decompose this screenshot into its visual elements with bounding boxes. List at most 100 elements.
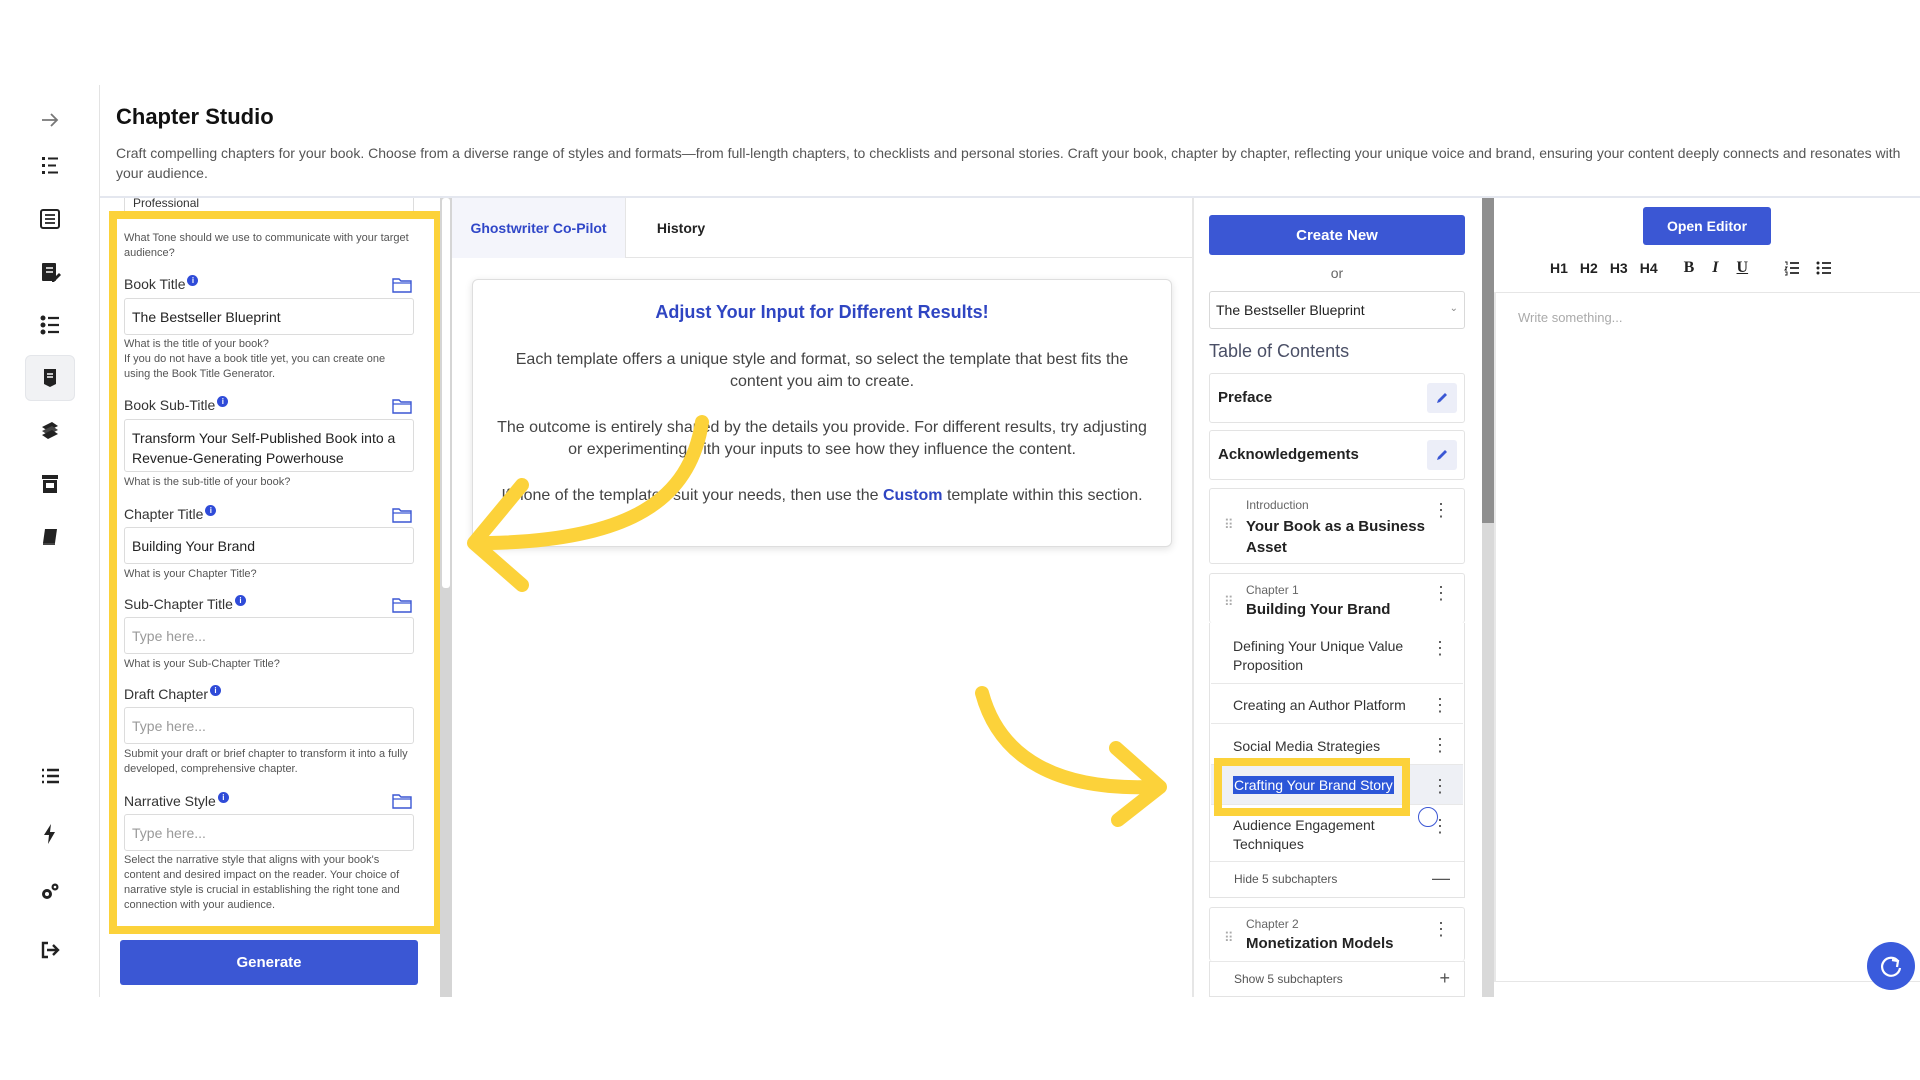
drag-handle-icon[interactable]: ⠿ <box>1224 594 1233 610</box>
chevron-down-icon: ⌄ <box>1449 303 1458 314</box>
custom-template-link[interactable]: Custom <box>883 487 943 504</box>
toc-item-chapter-2[interactable]: ⠿ Chapter 2 Monetization Models ⋮ <box>1209 907 1465 961</box>
narrative-style-label: Narrative Style i <box>124 791 229 809</box>
folder-icon[interactable] <box>392 793 412 809</box>
settings-gears-icon[interactable] <box>25 869 75 915</box>
left-nav-rail <box>0 85 100 997</box>
page-description: Craft compelling chapters for your book.… <box>116 145 1901 181</box>
tone-select[interactable]: Professional <box>124 198 414 212</box>
book-subtitle-label: Book Sub-Title i <box>124 395 229 413</box>
tips-paragraph-1: Each template offers a unique style and … <box>515 351 1129 390</box>
folder-icon[interactable] <box>392 507 412 523</box>
info-icon[interactable]: i <box>217 395 229 407</box>
info-icon[interactable]: i <box>205 504 217 516</box>
subchapter-title-hint: What is your Sub-Chapter Title? <box>124 658 280 670</box>
or-separator: or <box>1330 265 1344 281</box>
book-title-input[interactable]: The Bestseller Blueprint <box>124 298 414 335</box>
h4-button[interactable]: H4 <box>1640 260 1658 276</box>
panel-divider <box>1192 198 1194 997</box>
toc-scrollbar-thumb[interactable] <box>1482 198 1494 523</box>
generate-button[interactable]: Generate <box>120 940 418 985</box>
more-vertical-icon[interactable]: ⋮ <box>1431 777 1449 795</box>
italic-button[interactable]: I <box>1712 259 1718 277</box>
more-vertical-icon[interactable]: ⋮ <box>1432 584 1450 602</box>
highlight-box-subchapter <box>1214 758 1410 816</box>
ordered-list-icon[interactable] <box>1784 260 1800 276</box>
narrative-style-hint: Select the narrative style that aligns w… <box>124 854 400 911</box>
book-subtitle-input[interactable]: Transform Your Self-Published Book into … <box>124 419 414 472</box>
tips-card-title: Adjust Your Input for Different Results! <box>655 302 989 322</box>
more-vertical-icon[interactable]: ⋮ <box>1431 696 1449 714</box>
h3-button[interactable]: H3 <box>1610 260 1628 276</box>
logout-icon[interactable] <box>25 927 75 973</box>
edit-document-icon[interactable] <box>25 249 75 295</box>
editor-toolbar: H1 H2 H3 H4 B I U <box>1550 256 1832 280</box>
hide-subchapters-toggle[interactable]: Hide 5 subchapters — <box>1209 862 1465 898</box>
subchapter-item[interactable]: Creating an Author Platform ⋮ <box>1211 684 1463 724</box>
chapter-studio-icon[interactable] <box>25 355 75 401</box>
toc-item-introduction[interactable]: ⠿ Introduction Your Book as a Business A… <box>1209 488 1465 564</box>
page-title: Chapter Studio <box>116 104 274 129</box>
tab-history[interactable]: History <box>626 198 736 258</box>
lightning-icon[interactable] <box>25 811 75 857</box>
draft-chapter-label: Draft Chapter i <box>124 684 222 702</box>
editor-scrollbar[interactable] <box>1494 292 1496 982</box>
list-icon[interactable] <box>25 753 75 799</box>
editor-content-area[interactable] <box>1494 292 1920 982</box>
narrative-style-input[interactable]: Type here... <box>124 814 414 851</box>
open-editor-button[interactable]: Open Editor <box>1643 207 1771 245</box>
pencil-icon[interactable] <box>1427 383 1457 413</box>
tab-ghostwriter-copilot[interactable]: Ghostwriter Co-Pilot <box>452 198 626 258</box>
more-vertical-icon[interactable]: ⋮ <box>1431 736 1449 754</box>
outline-list-icon[interactable] <box>25 143 75 189</box>
books-stack-icon[interactable] <box>25 408 75 454</box>
book-title-label: Book Title i <box>124 274 199 292</box>
draft-chapter-input[interactable]: Type here... <box>124 707 414 744</box>
drag-handle-icon[interactable]: ⠿ <box>1224 930 1233 946</box>
info-icon[interactable]: i <box>210 684 222 696</box>
folder-icon[interactable] <box>392 398 412 414</box>
book-select[interactable]: The Bestseller Blueprint ⌄ <box>1209 291 1465 329</box>
folder-icon[interactable] <box>392 277 412 293</box>
h1-button[interactable]: H1 <box>1550 260 1568 276</box>
bullet-list-icon[interactable] <box>1816 260 1832 276</box>
collapse-arrow-icon[interactable] <box>25 97 75 143</box>
book-title-hint: What is the title of your book? If you d… <box>124 338 386 380</box>
plus-icon: + <box>1439 968 1450 988</box>
subchapter-item[interactable]: Defining Your Unique Value Proposition ⋮ <box>1211 623 1463 684</box>
chat-support-icon[interactable] <box>1867 942 1915 990</box>
folder-icon[interactable] <box>392 597 412 613</box>
chapter-title-input[interactable]: Building Your Brand <box>124 527 414 564</box>
underline-button[interactable]: U <box>1737 259 1749 277</box>
numbered-list-icon[interactable] <box>25 302 75 348</box>
toc-item-preface[interactable]: Preface <box>1209 373 1465 423</box>
info-icon[interactable]: i <box>187 274 199 286</box>
tips-card: Adjust Your Input for Different Results!… <box>472 279 1172 547</box>
info-icon[interactable]: i <box>234 594 246 606</box>
subchapter-title-input[interactable]: Type here... <box>124 617 414 654</box>
more-vertical-icon[interactable]: ⋮ <box>1432 501 1450 519</box>
info-icon[interactable]: i <box>217 791 229 803</box>
tips-paragraph-3: If none of the templates suit your needs… <box>501 487 1143 504</box>
show-subchapters-toggle[interactable]: Show 5 subchapters + <box>1209 961 1465 997</box>
h2-button[interactable]: H2 <box>1580 260 1598 276</box>
pencil-icon[interactable] <box>1427 440 1457 470</box>
minus-icon: — <box>1432 868 1450 888</box>
book-icon[interactable] <box>25 514 75 560</box>
book-content-icon[interactable] <box>25 196 75 242</box>
more-vertical-icon[interactable]: ⋮ <box>1432 920 1450 938</box>
toc-heading: Table of Contents <box>1209 341 1350 361</box>
create-new-button[interactable]: Create New <box>1209 215 1465 255</box>
bold-button[interactable]: B <box>1684 259 1695 277</box>
grammar-assistant-icon[interactable] <box>1418 807 1438 827</box>
toc-item-chapter-1[interactable]: ⠿ Chapter 1 Building Your Brand ⋮ <box>1209 573 1465 623</box>
toc-item-acknowledgements[interactable]: Acknowledgements <box>1209 430 1465 480</box>
tips-paragraph-2: The outcome is entirely shaped by the de… <box>497 419 1147 458</box>
more-vertical-icon[interactable]: ⋮ <box>1431 639 1449 657</box>
archive-icon[interactable] <box>25 461 75 507</box>
form-scrollbar-thumb[interactable] <box>442 198 450 588</box>
chapter-title-hint: What is your Chapter Title? <box>124 568 257 580</box>
subchapter-title-label: Sub-Chapter Title i <box>124 594 246 612</box>
drag-handle-icon[interactable]: ⠿ <box>1224 517 1233 533</box>
chapter-title-label: Chapter Title i <box>124 504 217 522</box>
